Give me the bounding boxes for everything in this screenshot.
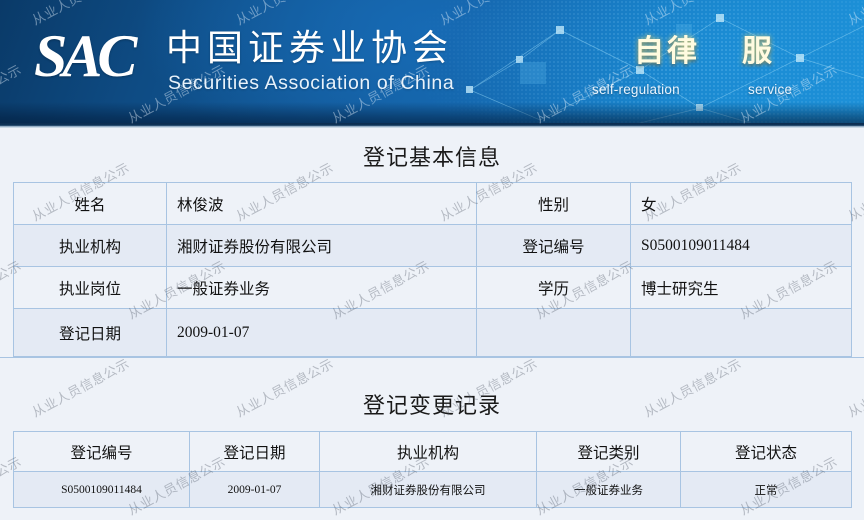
cell-reg-number: S0500109011484 xyxy=(13,471,190,508)
table-row: 姓名 林俊波 性别 女 xyxy=(13,182,852,225)
field-label-institution: 执业机构 xyxy=(13,224,167,267)
slogan-en-service: service xyxy=(748,82,793,97)
section-divider xyxy=(0,357,864,375)
slogan-cn-self-regulation: 自律 xyxy=(634,35,700,68)
field-label-gender: 性别 xyxy=(476,182,631,225)
change-record-heading: 登记变更记录 xyxy=(0,375,864,431)
field-value-reg-date: 2009-01-07 xyxy=(166,308,477,357)
field-value-institution: 湘财证券股份有限公司 xyxy=(166,224,477,267)
site-header-banner: SAC 中国证券业协会 Securities Association of Ch… xyxy=(0,0,864,128)
organization-name-cn: 中国证券业协会 xyxy=(166,28,454,68)
field-label-reg-date: 登记日期 xyxy=(13,308,167,357)
field-label-reg-number: 登记编号 xyxy=(476,224,631,267)
cell-institution: 湘财证券股份有限公司 xyxy=(319,471,537,508)
slogan-en-self-regulation: self-regulation xyxy=(592,82,680,97)
basic-info-heading: 登记基本信息 xyxy=(0,128,864,182)
page-root: SAC 中国证券业协会 Securities Association of Ch… xyxy=(0,0,864,520)
table-header-row: 登记编号 登记日期 执业机构 登记类别 登记状态 xyxy=(13,431,852,472)
field-value-gender: 女 xyxy=(630,182,852,225)
field-label-education: 学历 xyxy=(476,266,631,309)
table-row: 登记日期 2009-01-07 xyxy=(13,308,852,357)
cell-reg-date: 2009-01-07 xyxy=(189,471,320,508)
column-header-institution: 执业机构 xyxy=(319,431,537,472)
table-row: S0500109011484 2009-01-07 湘财证券股份有限公司 一般证… xyxy=(13,471,852,508)
column-header-reg-status: 登记状态 xyxy=(680,431,852,472)
field-value-education: 博士研究生 xyxy=(630,266,852,309)
field-label-empty xyxy=(476,308,631,357)
sac-logo: SAC 中国证券业协会 Securities Association of Ch… xyxy=(34,26,474,94)
cell-reg-category: 一般证券业务 xyxy=(536,471,681,508)
column-header-reg-date: 登记日期 xyxy=(189,431,320,472)
change-records-table: 登记编号 登记日期 执业机构 登记类别 登记状态 S0500109011484 … xyxy=(13,431,852,508)
field-value-position: 一般证券业务 xyxy=(166,266,477,309)
table-row: 执业机构 湘财证券股份有限公司 登记编号 S0500109011484 xyxy=(13,224,852,267)
cell-reg-status: 正常 xyxy=(680,471,852,508)
organization-name-en: Securities Association of China xyxy=(168,72,455,94)
column-header-reg-category: 登记类别 xyxy=(536,431,681,472)
field-value-empty xyxy=(630,308,852,357)
column-header-reg-number: 登记编号 xyxy=(13,431,190,472)
field-label-position: 执业岗位 xyxy=(13,266,167,309)
field-label-name: 姓名 xyxy=(13,182,167,225)
field-value-name: 林俊波 xyxy=(166,182,477,225)
slogan-cn-service: 服 xyxy=(742,35,775,68)
field-value-reg-number: S0500109011484 xyxy=(630,224,852,267)
basic-info-table: 姓名 林俊波 性别 女 执业机构 湘财证券股份有限公司 登记编号 S050010… xyxy=(13,182,852,357)
content-area: 登记基本信息 姓名 林俊波 性别 女 执业机构 湘财证券股份有限公司 登记编号 … xyxy=(0,128,864,520)
table-row: 执业岗位 一般证券业务 学历 博士研究生 xyxy=(13,266,852,309)
